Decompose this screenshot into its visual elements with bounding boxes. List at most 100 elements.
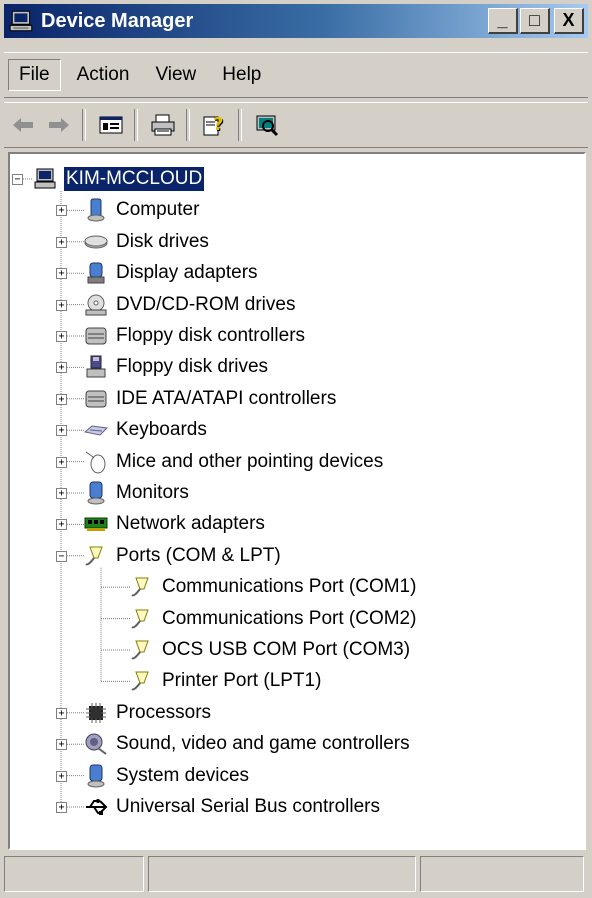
tree-category[interactable]: Display adapters <box>84 258 260 288</box>
title-bar[interactable]: Device Manager _ □ X <box>4 4 588 38</box>
forward-icon <box>49 118 69 132</box>
tree-category[interactable]: Sound, video and game controllers <box>84 729 412 759</box>
tree-root-computer[interactable]: KIM-MCCLOUD <box>34 164 206 194</box>
tree-category[interactable]: Network adapters <box>84 509 267 539</box>
scan-hardware-icon <box>256 115 279 137</box>
print-icon <box>151 114 175 136</box>
device-tree[interactable]: − KIM-MCCLOUD + Computer + Disk drives + Displa… <box>8 152 586 850</box>
toolbar-separator <box>82 109 86 141</box>
port-icon <box>85 546 103 566</box>
tree-node-label: Sound, video and game controllers <box>116 733 410 755</box>
toolbar-separator <box>134 109 138 141</box>
port-icon <box>131 609 149 628</box>
menu-file[interactable]: File <box>8 59 61 91</box>
back-icon <box>13 118 33 132</box>
window-title: Device Manager <box>41 9 194 32</box>
computer-icon <box>87 198 105 222</box>
help-button[interactable]: ? ? <box>198 108 232 142</box>
category-expand-toggle[interactable]: + <box>56 519 67 531</box>
floppy-controller-icon <box>85 327 107 345</box>
category-expand-toggle[interactable]: + <box>56 456 67 468</box>
category-expand-toggle[interactable]: + <box>56 299 67 311</box>
tree-category[interactable]: Universal Serial Bus controllers <box>84 792 382 822</box>
category-expand-toggle[interactable]: + <box>56 739 67 751</box>
floppy-drive-icon <box>86 355 106 378</box>
cdrom-icon <box>85 294 107 316</box>
root-collapse-toggle[interactable]: − <box>12 174 23 185</box>
category-expand-toggle[interactable]: + <box>56 393 67 405</box>
tree-node-label: Universal Serial Bus controllers <box>116 796 380 817</box>
tree-category[interactable]: Mice and other pointing devices <box>84 447 385 477</box>
forward-button[interactable] <box>42 108 76 142</box>
tree-node-label: Mice and other pointing devices <box>116 450 384 472</box>
tree-node-label: Disk drives <box>116 230 209 252</box>
scan-hardware-button[interactable] <box>250 108 284 142</box>
tree-category[interactable]: Computer <box>84 195 201 225</box>
category-expand-toggle[interactable]: + <box>56 205 67 217</box>
category-expand-toggle[interactable]: + <box>56 802 67 813</box>
tree-node-label: Display adapters <box>116 262 258 284</box>
tree-node-label: Communications Port (COM2) <box>162 607 417 629</box>
display-adapter-icon <box>87 262 105 284</box>
show-hide-console-tree-icon <box>99 116 123 134</box>
category-expand-toggle[interactable]: + <box>56 770 67 782</box>
category-expand-toggle[interactable]: + <box>56 236 67 248</box>
tree-category[interactable]: Monitors <box>84 478 191 508</box>
processor-icon <box>86 702 106 723</box>
tree-node-label: Communications Port (COM1) <box>162 576 417 598</box>
tree-category[interactable]: Ports (COM & LPT) <box>84 541 283 571</box>
sound-icon <box>85 733 107 755</box>
tree-category[interactable]: IDE ATA/ATAPI controllers <box>84 384 338 414</box>
status-bar <box>4 854 588 894</box>
tree-device[interactable]: Communications Port (COM1) <box>130 572 418 602</box>
tree-category[interactable]: Keyboards <box>84 415 209 445</box>
back-button[interactable] <box>6 108 40 142</box>
tree-device[interactable]: Communications Port (COM2) <box>130 604 418 634</box>
tree-node-label: Floppy disk controllers <box>116 325 306 346</box>
computer-app-icon <box>9 10 33 32</box>
tree-category[interactable]: System devices <box>84 761 251 791</box>
port-icon <box>131 577 149 597</box>
category-collapse-toggle[interactable]: − <box>56 550 67 562</box>
tree-node-label: Processors <box>116 701 212 723</box>
tree-node-label: Network adapters <box>116 513 265 535</box>
category-expand-toggle[interactable]: + <box>56 331 67 342</box>
device-manager-window: Device Manager _ □ X File Action View He… <box>0 0 592 898</box>
tree-category[interactable]: DVD/CD-ROM drives <box>84 290 297 320</box>
port-icon <box>131 671 149 691</box>
tree-device[interactable]: Printer Port (LPT1) <box>130 666 323 696</box>
close-button[interactable]: X <box>554 8 584 34</box>
tree-category[interactable]: Floppy disk controllers <box>84 321 307 351</box>
tree-category[interactable]: Processors <box>84 698 213 728</box>
category-expand-toggle[interactable]: + <box>56 362 67 374</box>
menu-bar: File Action View Help <box>4 52 588 98</box>
tree-device[interactable]: OCS USB COM Port (COM3) <box>130 635 412 665</box>
tree-node-label: Floppy disk drives <box>116 356 269 378</box>
category-expand-toggle[interactable]: + <box>56 707 67 719</box>
menu-action[interactable]: Action <box>67 60 140 90</box>
tree-node-label: Ports (COM & LPT) <box>116 544 281 566</box>
category-expand-toggle[interactable]: + <box>56 488 67 499</box>
tree-node-label: OCS USB COM Port (COM3) <box>162 639 411 660</box>
menu-help[interactable]: Help <box>212 60 271 90</box>
tree-node-label: KIM-MCCLOUD <box>62 166 206 192</box>
toolbar-separator <box>238 109 242 141</box>
tree-node-label: Printer Port (LPT1) <box>162 670 322 692</box>
show-hide-tree-button[interactable] <box>94 108 128 142</box>
port-icon <box>131 640 149 660</box>
svg-text:?: ? <box>213 114 223 135</box>
tree-category[interactable]: Floppy disk drives <box>84 352 270 382</box>
tree-node-label: Keyboards <box>116 419 207 441</box>
mouse-icon <box>85 451 106 474</box>
maximize-button[interactable]: □ <box>520 8 550 34</box>
tree-category[interactable]: Disk drives <box>84 227 211 257</box>
minimize-button[interactable]: _ <box>488 8 518 34</box>
category-expand-toggle[interactable]: + <box>56 268 67 280</box>
menu-view[interactable]: View <box>145 60 206 90</box>
category-expand-toggle[interactable]: + <box>56 425 67 437</box>
tree-node-label: System devices <box>116 764 250 786</box>
toolbar: ? ? <box>4 102 588 148</box>
network-adapter-icon <box>84 517 108 532</box>
help-icon: ? ? <box>203 114 224 136</box>
print-button[interactable] <box>146 108 180 142</box>
